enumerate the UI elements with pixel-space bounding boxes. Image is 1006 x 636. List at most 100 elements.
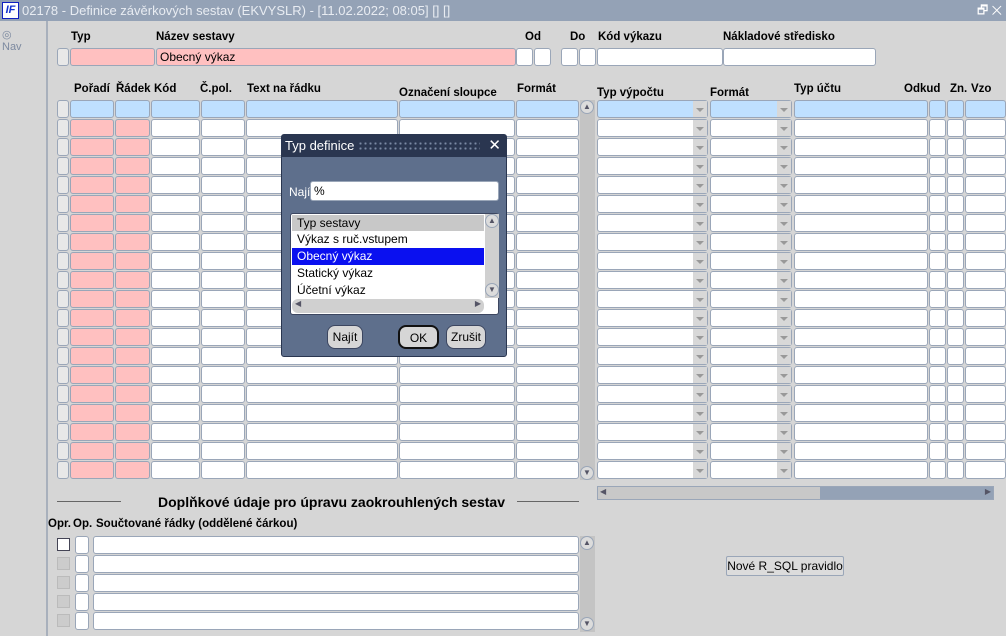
oznaceni-cell[interactable] — [399, 385, 515, 403]
list-item[interactable]: Účetní výkaz — [292, 282, 484, 299]
radek-cell[interactable] — [115, 100, 150, 118]
vzo-cell[interactable] — [965, 347, 1006, 365]
format2-cell[interactable] — [710, 100, 792, 118]
odkud-cell[interactable] — [929, 138, 946, 156]
poradi-cell[interactable] — [70, 119, 114, 137]
cpol-cell[interactable] — [201, 252, 245, 270]
poradi-cell[interactable] — [70, 461, 114, 479]
zn-cell[interactable] — [947, 385, 964, 403]
text-cell[interactable] — [246, 385, 398, 403]
zn-cell[interactable] — [947, 271, 964, 289]
souctovane-cell[interactable] — [93, 612, 579, 630]
format-cell[interactable] — [516, 100, 579, 118]
zn-cell[interactable] — [947, 404, 964, 422]
row-marker[interactable] — [57, 195, 69, 213]
vzo-cell[interactable] — [965, 404, 1006, 422]
vzo-cell[interactable] — [965, 385, 1006, 403]
list-hscrollbar[interactable]: ◀ ▶ — [292, 299, 484, 313]
row-marker[interactable] — [57, 119, 69, 137]
format2-cell[interactable] — [710, 366, 792, 384]
poradi-cell[interactable] — [70, 138, 114, 156]
poradi-cell[interactable] — [70, 328, 114, 346]
odkud-cell[interactable] — [929, 214, 946, 232]
odkud-cell[interactable] — [929, 119, 946, 137]
odkud-cell[interactable] — [929, 195, 946, 213]
row-marker[interactable] — [57, 328, 69, 346]
scroll-thumb[interactable] — [598, 487, 820, 499]
typ-vypoctu-cell[interactable] — [597, 385, 708, 403]
typ-uctu-cell[interactable] — [794, 385, 928, 403]
format2-cell[interactable] — [710, 176, 792, 194]
typ-uctu-cell[interactable] — [794, 233, 928, 251]
format-cell[interactable] — [516, 309, 579, 327]
odkud-cell[interactable] — [929, 328, 946, 346]
kod-cell[interactable] — [151, 195, 200, 213]
row-marker[interactable] — [57, 157, 69, 175]
odkud-cell[interactable] — [929, 100, 946, 118]
format2-cell[interactable] — [710, 233, 792, 251]
vzo-cell[interactable] — [965, 195, 1006, 213]
cpol-cell[interactable] — [201, 138, 245, 156]
oznaceni-cell[interactable] — [399, 100, 515, 118]
typ-uctu-cell[interactable] — [794, 366, 928, 384]
kod-cell[interactable] — [151, 385, 200, 403]
row-marker[interactable] — [57, 366, 69, 384]
format-cell[interactable] — [516, 385, 579, 403]
text-cell[interactable] — [246, 366, 398, 384]
radek-cell[interactable] — [115, 404, 150, 422]
typ-uctu-cell[interactable] — [794, 119, 928, 137]
kod-cell[interactable] — [151, 461, 200, 479]
poradi-cell[interactable] — [70, 195, 114, 213]
op-cell[interactable] — [75, 574, 89, 592]
zn-cell[interactable] — [947, 214, 964, 232]
vzo-cell[interactable] — [965, 100, 1006, 118]
format-cell[interactable] — [516, 328, 579, 346]
souctovane-cell[interactable] — [93, 593, 579, 611]
odkud-cell[interactable] — [929, 176, 946, 194]
typ-uctu-cell[interactable] — [794, 290, 928, 308]
typ-vypoctu-cell[interactable] — [597, 119, 708, 137]
format-cell[interactable] — [516, 195, 579, 213]
format2-cell[interactable] — [710, 195, 792, 213]
zn-cell[interactable] — [947, 290, 964, 308]
radek-cell[interactable] — [115, 119, 150, 137]
typ-vypoctu-cell[interactable] — [597, 404, 708, 422]
row-marker[interactable] — [57, 233, 69, 251]
poradi-cell[interactable] — [70, 157, 114, 175]
row-marker[interactable] — [57, 347, 69, 365]
format2-cell[interactable] — [710, 461, 792, 479]
vzo-cell[interactable] — [965, 442, 1006, 460]
scroll-right-icon[interactable]: ▶ — [475, 299, 481, 308]
poradi-cell[interactable] — [70, 271, 114, 289]
find-input[interactable]: % — [310, 181, 499, 201]
scroll-up-icon[interactable]: ▲ — [485, 214, 499, 228]
format-cell[interactable] — [516, 347, 579, 365]
typ-vypoctu-cell[interactable] — [597, 347, 708, 365]
drag-handle[interactable] — [358, 141, 480, 151]
list-vscrollbar[interactable]: ▲ ▼ — [485, 214, 499, 298]
cancel-button[interactable]: Zrušit — [446, 325, 486, 349]
list-item[interactable]: Statický výkaz — [292, 265, 484, 282]
cpol-cell[interactable] — [201, 366, 245, 384]
kod-cell[interactable] — [151, 233, 200, 251]
poradi-cell[interactable] — [70, 214, 114, 232]
scroll-up-icon[interactable]: ▲ — [580, 536, 594, 550]
cpol-cell[interactable] — [201, 442, 245, 460]
kod-cell[interactable] — [151, 290, 200, 308]
vzo-cell[interactable] — [965, 214, 1006, 232]
oznaceni-cell[interactable] — [399, 423, 515, 441]
right-grid-hscrollbar[interactable]: ◀ ▶ — [597, 486, 994, 500]
list-item[interactable]: Obecný výkaz — [291, 247, 485, 266]
odkud-cell[interactable] — [929, 423, 946, 441]
text-cell[interactable] — [246, 404, 398, 422]
vzo-cell[interactable] — [965, 309, 1006, 327]
souctovane-cell[interactable] — [93, 574, 579, 592]
typ-uctu-cell[interactable] — [794, 252, 928, 270]
poradi-cell[interactable] — [70, 347, 114, 365]
kod-cell[interactable] — [151, 176, 200, 194]
odkud-cell[interactable] — [929, 252, 946, 270]
oznaceni-cell[interactable] — [399, 442, 515, 460]
format-cell[interactable] — [516, 252, 579, 270]
typ-uctu-cell[interactable] — [794, 347, 928, 365]
kod-cell[interactable] — [151, 309, 200, 327]
